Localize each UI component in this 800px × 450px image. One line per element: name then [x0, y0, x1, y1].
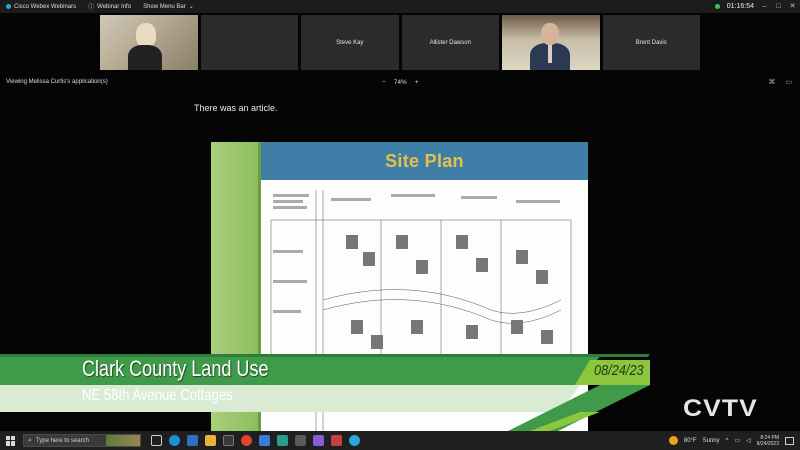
webinar-info-label: Webinar Info [97, 3, 132, 10]
close-icon[interactable]: ✕ [789, 3, 796, 10]
lower-third-date: 08/24/23 [594, 362, 644, 379]
webex-window: Cisco Webex Webinars ⓘ Webinar Info Show… [0, 0, 800, 450]
participant-name: Allister Dawson [429, 39, 471, 46]
search-placeholder: Type here to search [35, 437, 89, 444]
zoom-control: − 74% + [382, 76, 419, 88]
show-menu-bar-label: Show Menu Bar [143, 3, 186, 10]
participant-tile-video[interactable] [502, 15, 600, 70]
chevron-down-icon: ⌄ [188, 4, 194, 10]
app-icon[interactable] [295, 435, 306, 446]
windows-start-icon[interactable] [6, 435, 16, 446]
participant-tile-video[interactable] [100, 15, 198, 70]
recording-status-icon [714, 4, 720, 9]
webex-menu-bar: Cisco Webex Webinars ⓘ Webinar Info Show… [0, 0, 800, 13]
weather-temp[interactable]: 80°F [684, 438, 697, 444]
share-status-bar: Viewing Melissa Curtis's application(s) … [0, 76, 800, 88]
show-menu-bar-button[interactable]: Show Menu Bar ⌄ [143, 3, 194, 11]
cvtv-logo: CVTV [683, 395, 758, 422]
zoom-level[interactable]: 74% [394, 79, 407, 86]
participant-tile[interactable]: Brent Davis [602, 15, 700, 70]
app-icon[interactable] [331, 435, 342, 446]
webinar-info-menu[interactable]: ⓘ Webinar Info [88, 2, 132, 12]
pinned-apps [151, 435, 360, 446]
store-icon[interactable] [223, 435, 234, 446]
participant-body [128, 45, 162, 70]
file-explorer-icon[interactable] [205, 435, 216, 446]
app-icon[interactable] [277, 435, 288, 446]
notification-icon[interactable] [785, 436, 794, 445]
participant-face [136, 23, 156, 47]
windows-taskbar: ⌕ Type here to search 80°F Sunny ^ ▭ ◁ 8… [0, 431, 800, 450]
viewing-label: Viewing Melissa Curtis's application(s) [6, 79, 108, 85]
app-name: Cisco Webex Webinars [14, 3, 77, 10]
minimize-icon[interactable]: – [761, 3, 768, 10]
search-highlight-image [106, 435, 140, 446]
shared-caption: There was an article. [194, 103, 278, 113]
lower-third-subtitle: NE 58th Avenue Cottages [82, 387, 233, 404]
sunny-weather-icon [668, 436, 678, 445]
task-view-icon[interactable] [151, 435, 162, 446]
participant-tile[interactable]: Allister Dawson [401, 15, 499, 70]
slide-title: Site Plan [385, 150, 464, 171]
weather-desc[interactable]: Sunny [703, 438, 720, 444]
volume-icon[interactable]: ◁ [746, 437, 751, 444]
slide-title-bar: Site Plan [261, 142, 588, 180]
zoom-in-button[interactable]: + [415, 79, 419, 86]
system-tray: 80°F Sunny ^ ▭ ◁ 8:24 PM 8/24/2023 [668, 431, 794, 450]
taskbar-search-box[interactable]: ⌕ Type here to search [23, 434, 141, 447]
share-view-icons: ⌘ ▭ [768, 76, 792, 88]
info-icon: ⓘ [88, 5, 95, 11]
webex-taskbar-icon[interactable] [349, 435, 360, 446]
meeting-timer: 01:16:54 [726, 3, 754, 10]
layout-icon[interactable]: ▭ [785, 78, 792, 86]
app-icon[interactable] [259, 435, 270, 446]
network-icon[interactable]: ▭ [734, 437, 740, 444]
participant-name: Brent Davis [635, 39, 667, 46]
clock-date: 8/24/2023 [756, 440, 779, 447]
participant-tile[interactable]: Steve Kay [301, 15, 399, 70]
participant-tile-blank[interactable] [200, 15, 298, 70]
search-icon: ⌕ [28, 436, 32, 444]
zoom-out-button[interactable]: − [382, 79, 386, 86]
participant-name: Steve Kay [336, 39, 364, 46]
taskbar-clock[interactable]: 8:24 PM 8/24/2023 [757, 435, 779, 447]
chrome-icon[interactable] [241, 435, 252, 446]
lower-third-title: Clark County Land Use [82, 356, 269, 381]
maximize-icon[interactable]: □ [775, 3, 782, 10]
app-menu[interactable]: Cisco Webex Webinars [6, 4, 76, 10]
participant-strip: Steve Kay Allister Dawson Brent Davis [100, 15, 700, 70]
tray-chevron-icon[interactable]: ^ [726, 438, 729, 444]
window-controls: 01:16:54 – □ ✕ [714, 0, 796, 13]
participant-face [541, 23, 559, 45]
annotate-icon[interactable]: ⌘ [768, 78, 775, 86]
participant-shirt [548, 45, 552, 63]
mail-icon[interactable] [187, 435, 198, 446]
app-icon[interactable] [313, 435, 324, 446]
webex-logo-icon [6, 4, 11, 9]
edge-icon[interactable] [169, 435, 180, 446]
